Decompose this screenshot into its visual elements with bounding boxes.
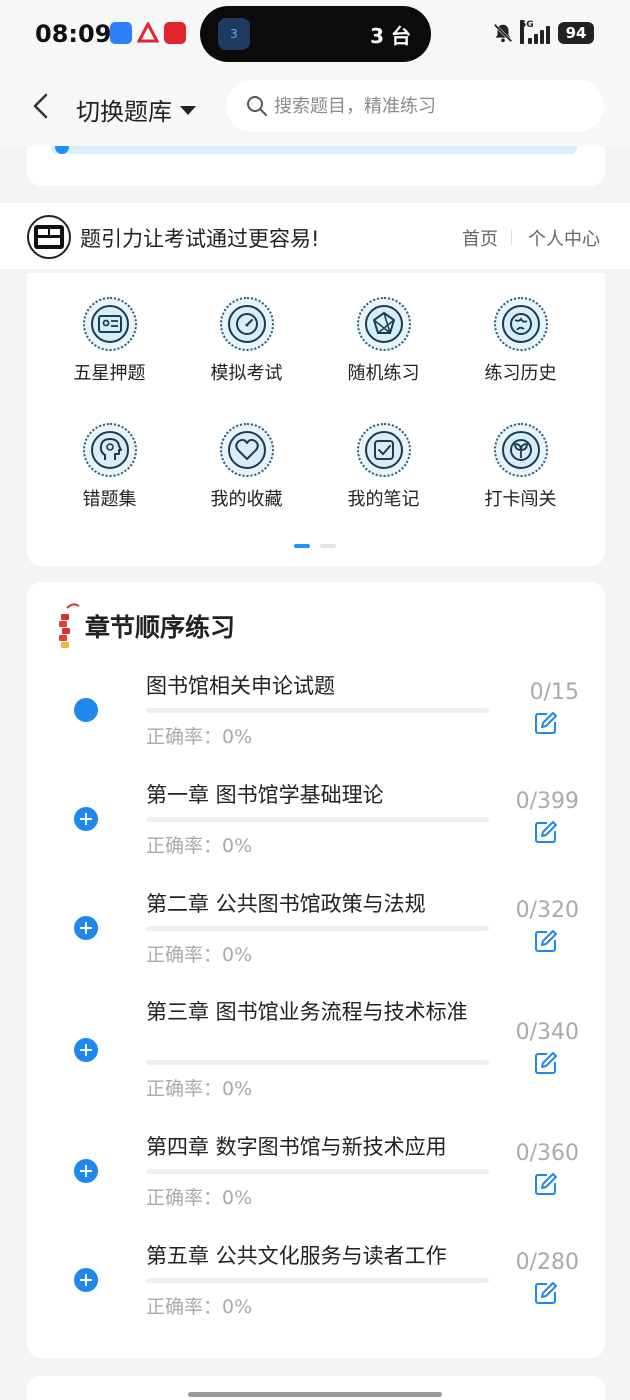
home-indicator[interactable]: [188, 1392, 442, 1397]
chapter-title: 第二章 公共图书馆政策与法规: [146, 892, 426, 916]
chapter-count: 0/280: [515, 1250, 579, 1275]
chapter-count: 0/340: [515, 1020, 579, 1045]
firecracker-icon: [59, 603, 80, 648]
caret-down-icon: [180, 106, 196, 115]
globe-history-icon: [510, 313, 532, 335]
chapter-progress-bar: [146, 817, 489, 822]
switch-bank-dropdown[interactable]: 切换题库: [76, 92, 196, 127]
nav-divider: [511, 229, 512, 245]
id-card-icon: [98, 315, 122, 333]
search-box[interactable]: [226, 80, 604, 132]
grid-label: 错题集: [82, 489, 137, 510]
brand-bar: 题引力让考试通过更容易! 首页 个人中心: [0, 203, 630, 269]
grid-label: 我的收藏: [210, 489, 283, 510]
chapter-title: 图书馆相关申论试题: [146, 674, 335, 698]
search-icon: [247, 96, 267, 116]
expand-plus-icon[interactable]: [74, 1159, 98, 1183]
grid-label: 随机练习: [347, 363, 420, 384]
island-label: 3 台: [370, 24, 411, 48]
edit-icon[interactable]: [533, 1280, 559, 1306]
chapter-accuracy: 正确率：0%: [146, 1187, 253, 1209]
nav-profile-link[interactable]: 个人中心: [528, 225, 600, 251]
page-dot: [320, 544, 336, 548]
chapter-title: 第五章 公共文化服务与读者工作: [146, 1244, 447, 1268]
grid-label: 打卡闯关: [484, 489, 557, 510]
search-input[interactable]: [274, 95, 574, 117]
top-bar: 切换题库: [0, 68, 630, 146]
heart-icon: [235, 438, 259, 460]
expand-plus-icon[interactable]: [74, 1038, 98, 1062]
edit-icon[interactable]: [533, 928, 559, 954]
status-bar: 08:09 3 3 台 5G 94: [0, 0, 630, 68]
chapter-progress-bar: [146, 708, 489, 713]
chapter-progress-bar: [146, 1169, 489, 1174]
brand-slogan: 题引力让考试通过更容易!: [80, 227, 320, 251]
overall-progress-bar: [51, 146, 577, 154]
chapter-progress-bar: [146, 926, 489, 931]
grid-item-random-practice[interactable]: 随机练习: [315, 273, 452, 384]
chapter-title: 第四章 数字图书馆与新技术应用: [146, 1135, 447, 1159]
grid-item-notes[interactable]: 我的笔记: [315, 399, 452, 510]
chapter-accuracy: 正确率：0%: [146, 1078, 253, 1100]
chapter-accuracy: 正确率：0%: [146, 944, 253, 966]
signal-icon: 5G: [520, 20, 552, 44]
nav-home-link[interactable]: 首页: [462, 225, 498, 251]
app-notification-icon: [136, 20, 160, 44]
chapter-accuracy: 正确率：0%: [146, 1296, 253, 1318]
grid-label: 练习历史: [484, 363, 557, 384]
bell-muted-icon: [492, 22, 514, 49]
grid-label: 模拟考试: [210, 363, 283, 384]
switch-bank-label: 切换题库: [76, 98, 172, 126]
chapter-count: 0/320: [515, 898, 579, 923]
chapter-section-title: 章节顺序练习: [85, 613, 236, 642]
grid-label: 五星押题: [73, 363, 146, 384]
chapter-progress-bar: [146, 1060, 489, 1065]
grid-item-wrong-answers[interactable]: 错题集: [41, 399, 178, 510]
chapter-header: 章节顺序练习: [53, 602, 235, 650]
chapter-progress-bar: [146, 1278, 489, 1283]
chapter-accuracy: 正确率：0%: [146, 835, 253, 857]
chapter-count: 0/360: [515, 1141, 579, 1166]
expand-plus-icon[interactable]: [74, 807, 98, 831]
random-network-icon: [372, 311, 396, 334]
page-dot-active: [294, 544, 310, 548]
chapter-accuracy: 正确率：0%: [146, 726, 253, 748]
grid-item-history[interactable]: 练习历史: [452, 273, 589, 384]
app-notification-icon: [110, 22, 132, 44]
chapter-count: 0/399: [515, 789, 579, 814]
grid-label: 我的笔记: [347, 489, 420, 510]
grid-item-checkin[interactable]: 打卡闯关: [452, 399, 589, 510]
chapter-title: 第三章 图书馆业务流程与技术标准: [146, 1000, 468, 1024]
grid-item-favorites[interactable]: 我的收藏: [178, 399, 315, 510]
edit-icon[interactable]: [533, 1171, 559, 1197]
brand-logo[interactable]: [27, 215, 71, 259]
battery-icon: 94: [558, 22, 594, 44]
grid-item-mock-exam[interactable]: 模拟考试: [178, 273, 315, 384]
sprout-icon: [510, 439, 532, 461]
edit-icon[interactable]: [533, 819, 559, 845]
chapter-practice-card: 章节顺序练习 图书馆相关申论试题 正确率：0% 0/15 第一章 图书馆学基础理…: [27, 582, 605, 1358]
expand-plus-icon[interactable]: [74, 1268, 98, 1292]
feature-grid: 五星押题 模拟考试 随机练习 练习历史 错题集 我的收藏 我的笔记 打卡闯关: [27, 273, 605, 566]
progress-card: [27, 146, 605, 186]
grid-item-five-star[interactable]: 五星押题: [41, 273, 178, 384]
back-button[interactable]: [28, 88, 58, 124]
expand-plus-icon[interactable]: [74, 916, 98, 940]
status-time: 08:09: [35, 20, 112, 48]
chapter-count: 0/15: [529, 680, 579, 705]
edit-icon[interactable]: [533, 710, 559, 736]
edit-icon[interactable]: [533, 1050, 559, 1076]
head-profile-icon: [99, 438, 122, 460]
collapse-dot-icon[interactable]: [74, 698, 98, 722]
note-check-icon: [374, 440, 394, 460]
broadcast-icon: 3: [218, 18, 250, 50]
chapter-title: 第一章 图书馆学基础理论: [146, 783, 384, 807]
page-indicator: [294, 544, 338, 548]
dynamic-island[interactable]: 3 3 台: [200, 6, 431, 62]
chevron-left-icon: [33, 93, 48, 119]
speedometer-icon: [236, 313, 258, 335]
app-notification-icon: [164, 22, 186, 44]
